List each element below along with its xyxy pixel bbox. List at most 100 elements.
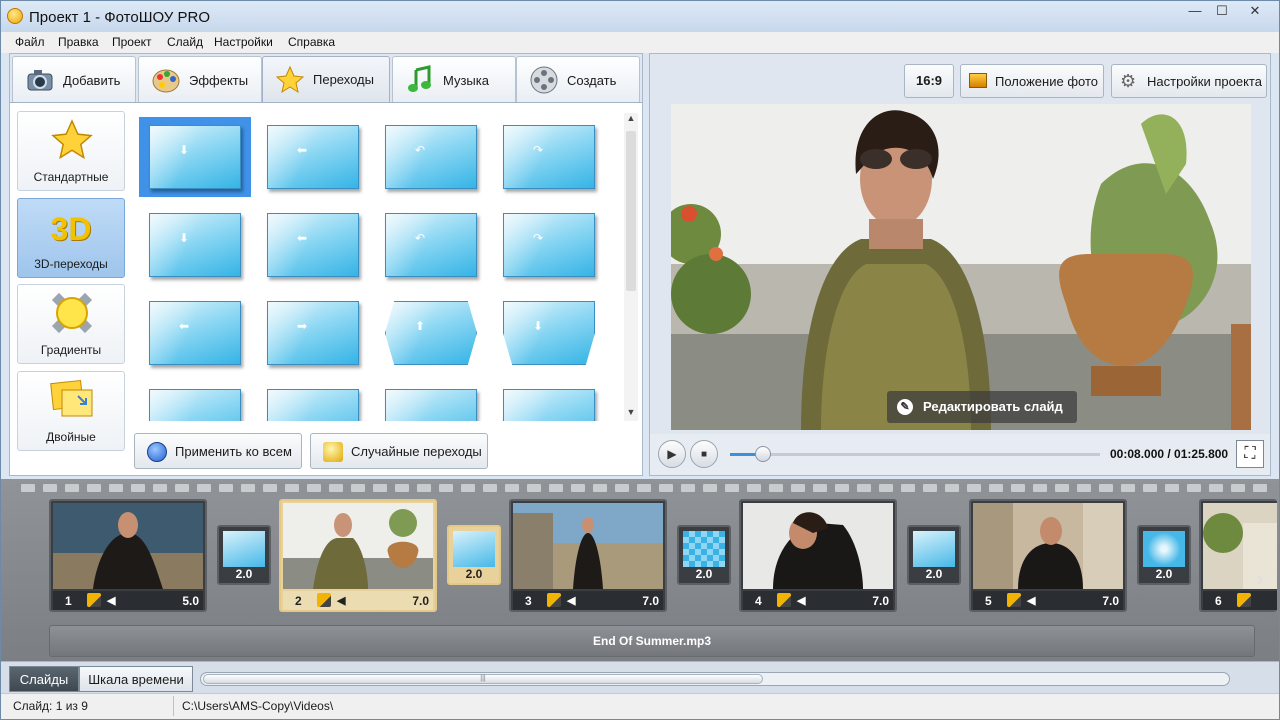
transition-1[interactable]: 2.0 — [217, 525, 271, 585]
film-sprocket — [197, 484, 211, 492]
slide-preview[interactable]: ✎ Редактировать слайд — [671, 104, 1251, 430]
transition-thumb-10[interactable]: ➡ — [257, 293, 369, 373]
edit-slide-button[interactable]: ✎ Редактировать слайд — [887, 391, 1077, 423]
transition-thumb-15[interactable] — [375, 381, 487, 421]
project-settings-button[interactable]: ⚙ Настройки проекта — [1111, 64, 1267, 98]
fullscreen-icon[interactable]: ⛶ — [1236, 440, 1264, 468]
film-sprocket — [769, 484, 783, 492]
slide-5[interactable]: 5 ◀ 7.0 — [969, 499, 1127, 612]
strip-scrollbar[interactable]: ||| — [200, 672, 1230, 686]
transition-thumbnail — [683, 531, 725, 567]
slide-1[interactable]: 1 ◀ 5.0 — [49, 499, 207, 612]
slide-number: 3 — [525, 594, 532, 608]
film-sprocket — [1253, 484, 1267, 492]
transition-2[interactable]: 2.0 — [447, 525, 501, 585]
scroll-down-icon[interactable]: ▼ — [624, 407, 638, 421]
maximize-button[interactable]: ☐ — [1208, 1, 1236, 21]
play-button[interactable]: ▶ — [658, 440, 686, 468]
menu-edit[interactable]: Правка — [58, 35, 99, 49]
gradient-sun-icon — [51, 292, 93, 334]
speaker-icon[interactable]: ◀ — [1027, 594, 1035, 607]
minimize-button[interactable]: — — [1181, 1, 1209, 21]
tab-transitions[interactable]: Переходы — [262, 56, 390, 102]
speaker-icon[interactable]: ◀ — [337, 594, 345, 607]
transition-thumb-12[interactable]: ⬇ — [493, 293, 605, 373]
slide-duration: 7.0 — [872, 594, 889, 608]
pencil-icon[interactable] — [777, 593, 791, 607]
category-double[interactable]: Двойные — [17, 371, 125, 451]
playback-progress[interactable] — [730, 446, 1100, 462]
apply-to-all-button[interactable]: Применить ко всем — [134, 433, 302, 469]
transition-3[interactable]: 2.0 — [677, 525, 731, 585]
aspect-ratio-button[interactable]: 16:9 — [904, 64, 954, 98]
tab-timeline[interactable]: Шкала времени — [79, 666, 193, 692]
transition-thumb-2[interactable]: ⬅ — [257, 117, 369, 197]
transition-thumb-16[interactable] — [493, 381, 605, 421]
category-standard[interactable]: Стандартные — [17, 111, 125, 191]
transition-4[interactable]: 2.0 — [907, 525, 961, 585]
progress-knob[interactable] — [755, 446, 772, 462]
transition-thumb-4[interactable]: ↷ — [493, 117, 605, 197]
transition-thumb-14[interactable] — [257, 381, 369, 421]
tab-effects[interactable]: Эффекты — [138, 56, 262, 102]
transition-thumb-9[interactable]: ⬅ — [139, 293, 251, 373]
transition-thumb-6[interactable]: ⬅ — [257, 205, 369, 285]
transition-thumb-1[interactable]: ⬇ — [139, 117, 251, 197]
speaker-icon[interactable]: ◀ — [797, 594, 805, 607]
transition-thumb-7[interactable]: ↶ — [375, 205, 487, 285]
tab-add[interactable]: Добавить — [12, 56, 136, 102]
slide-3[interactable]: 3 ◀ 7.0 — [509, 499, 667, 612]
scroll-up-icon[interactable]: ▲ — [624, 113, 638, 127]
speaker-icon[interactable]: ◀ — [107, 594, 115, 607]
film-sprocket — [175, 484, 189, 492]
menu-help[interactable]: Справка — [288, 35, 335, 49]
photo-position-button[interactable]: Положение фото — [960, 64, 1104, 98]
window-title: Проект 1 - ФотоШОУ PRO — [29, 9, 210, 26]
pencil-icon[interactable] — [317, 593, 331, 607]
slide-6[interactable]: 6 — [1199, 499, 1277, 612]
slide-4[interactable]: 4 ◀ 7.0 — [739, 499, 897, 612]
category-gradients[interactable]: Градиенты — [17, 284, 125, 364]
strip-scroll-thumb[interactable]: ||| — [203, 674, 763, 684]
pencil-icon[interactable] — [547, 593, 561, 607]
tab-slides[interactable]: Слайды — [9, 666, 79, 692]
menu-file[interactable]: Файл — [15, 35, 45, 49]
tab-create[interactable]: Создать — [516, 56, 640, 102]
shield-icon — [147, 442, 167, 462]
film-sprocket — [329, 484, 343, 492]
tab-effects-label: Эффекты — [189, 73, 249, 88]
transition-thumb-8[interactable]: ↷ — [493, 205, 605, 285]
transition-scrollbar[interactable]: ▲ ▼ — [624, 113, 638, 421]
category-3d[interactable]: 3D 3D-переходы — [17, 198, 125, 278]
transition-5[interactable]: 2.0 — [1137, 525, 1191, 585]
pencil-icon[interactable] — [1007, 593, 1021, 607]
transition-thumb-13[interactable] — [139, 381, 251, 421]
arrow-icon: ↷ — [533, 143, 544, 157]
transition-thumb-3[interactable]: ↶ — [375, 117, 487, 197]
pencil-icon[interactable] — [1237, 593, 1251, 607]
slide-2[interactable]: 2 ◀ 7.0 — [279, 499, 437, 612]
scroll-thumb[interactable] — [626, 131, 636, 291]
stop-button[interactable]: ■ — [690, 440, 718, 468]
strip-next-arrow-icon[interactable]: › — [1257, 569, 1263, 590]
menu-project[interactable]: Проект — [112, 35, 152, 49]
title-bar: Проект 1 - ФотоШОУ PRO — ☐ ✕ — [1, 1, 1279, 32]
music-track[interactable]: End Of Summer.mp3 — [49, 625, 1255, 657]
random-transitions-button[interactable]: Случайные переходы — [310, 433, 488, 469]
slide-thumbnail — [53, 503, 203, 589]
pencil-icon[interactable] — [87, 593, 101, 607]
speaker-icon[interactable]: ◀ — [567, 594, 575, 607]
transition-thumb-11[interactable]: ⬆ — [375, 293, 487, 373]
close-button[interactable]: ✕ — [1237, 1, 1273, 21]
transition-grid: ⬇ ⬅ ↶ ↷ ⬇ ⬅ ↶ ↷ ⬅ ➡ ⬆ ⬇ — [135, 113, 620, 421]
menu-slide[interactable]: Слайд — [167, 35, 203, 49]
menu-settings[interactable]: Настройки — [214, 35, 273, 49]
transition-thumb-5[interactable]: ⬇ — [139, 205, 251, 285]
film-sprocket — [483, 484, 497, 492]
film-sprocket — [747, 484, 761, 492]
tab-music[interactable]: Музыка — [392, 56, 516, 102]
category-label: Стандартные — [33, 170, 109, 184]
photo-position-label: Положение фото — [995, 74, 1098, 89]
tab-add-label: Добавить — [63, 73, 121, 88]
film-sprocket — [131, 484, 145, 492]
